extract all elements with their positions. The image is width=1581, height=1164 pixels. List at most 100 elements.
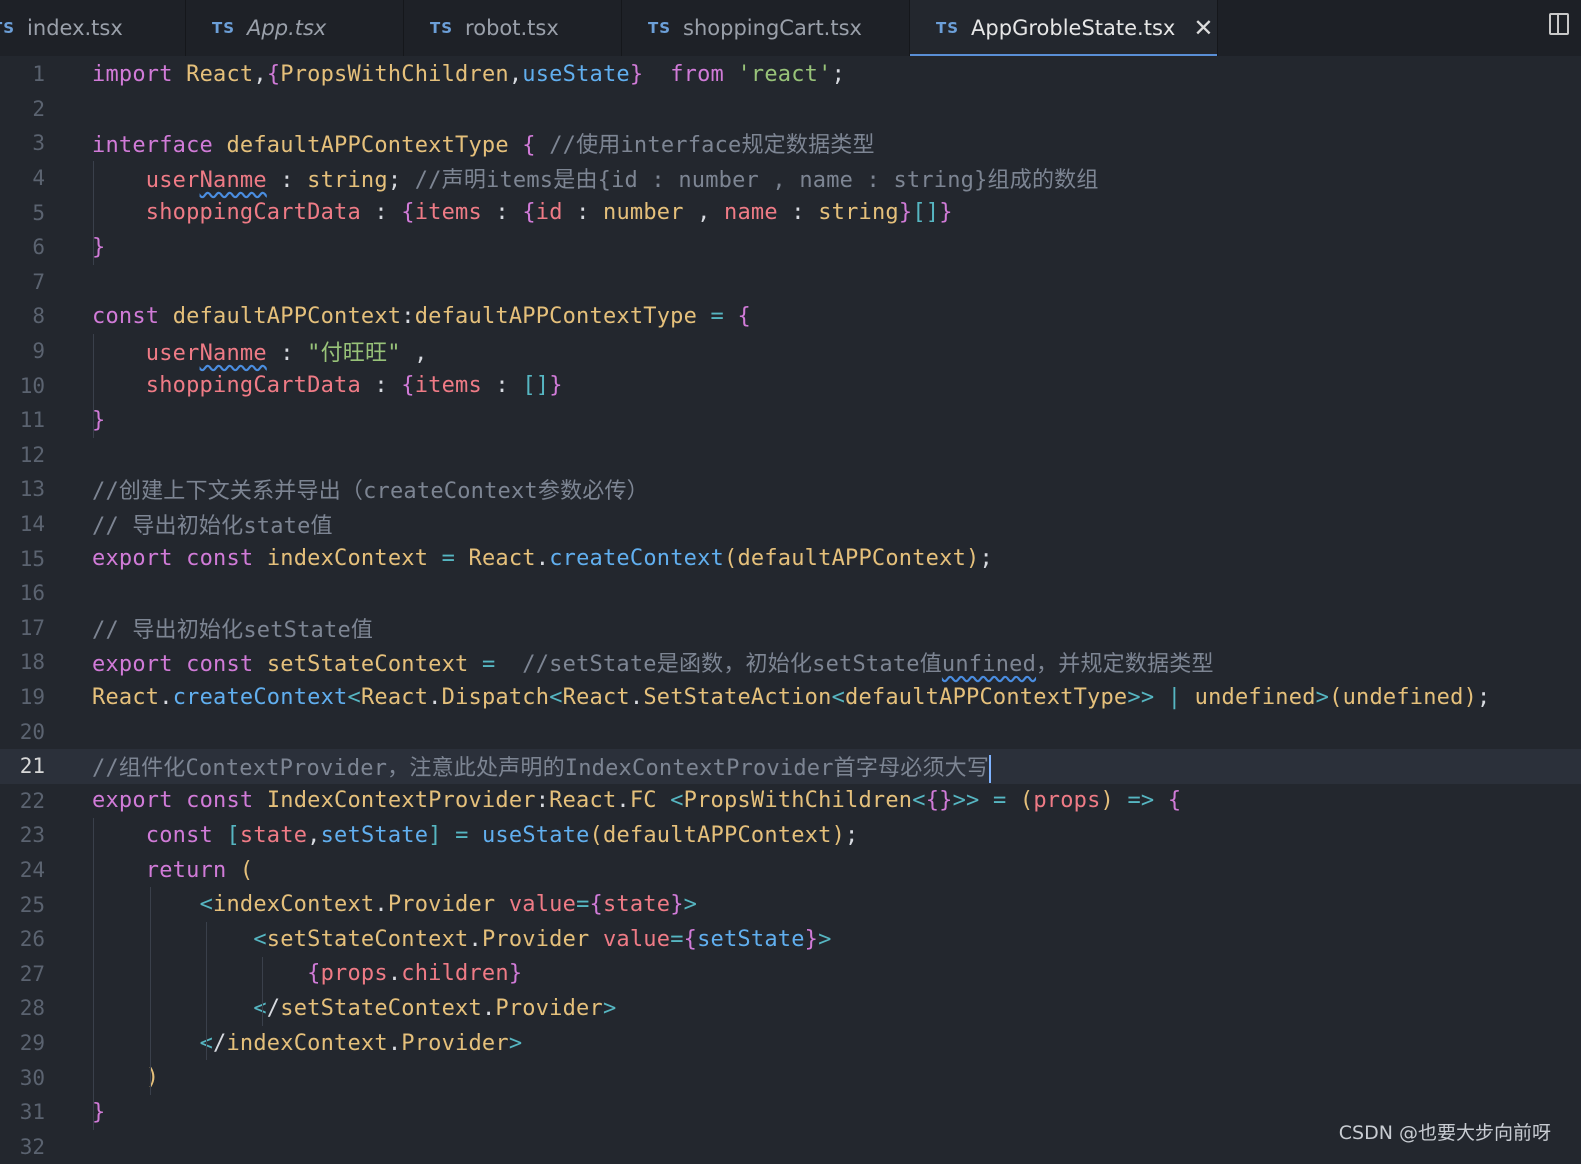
- line-number: 14: [19, 512, 45, 537]
- code-line[interactable]: 25 <indexContext.Provider value={state}>: [0, 887, 1581, 922]
- code-line[interactable]: 10 shoppingCartData : {items : []}: [0, 368, 1581, 403]
- code-line[interactable]: 21 //组件化ContextProvider，注意此处声明的IndexConte…: [0, 749, 1581, 784]
- line-number: 15: [19, 546, 45, 571]
- code-line[interactable]: 16: [0, 576, 1581, 611]
- code-line[interactable]: 27 {props.children}: [0, 957, 1581, 992]
- line-code: export const IndexContextProvider:React.…: [92, 788, 1182, 814]
- line-number: 19: [19, 685, 45, 710]
- typescript-icon: TS: [430, 19, 454, 37]
- code-line[interactable]: 20: [0, 714, 1581, 749]
- line-number: 10: [19, 373, 45, 398]
- tab-label: App.tsx: [247, 16, 327, 40]
- line-number: 18: [19, 650, 45, 675]
- code-line[interactable]: 18 export const setStateContext = //setSt…: [0, 645, 1581, 680]
- line-code: export const indexContext = React.create…: [92, 546, 993, 572]
- line-number: 9: [32, 339, 45, 364]
- close-icon[interactable]: ✕: [1193, 16, 1213, 40]
- tab-index-tsx[interactable]: TS index.tsx: [0, 0, 186, 56]
- code-line[interactable]: 5 shoppingCartData : {items : {id : numb…: [0, 195, 1581, 230]
- line-number: 23: [19, 823, 45, 848]
- line-code: <indexContext.Provider value={state}>: [199, 892, 698, 918]
- split-editor-icon[interactable]: [1549, 13, 1569, 35]
- line-number: 32: [19, 1134, 45, 1159]
- line-number: 5: [32, 200, 45, 225]
- code-line[interactable]: 11}: [0, 403, 1581, 438]
- line-number: 3: [32, 131, 45, 156]
- code-line[interactable]: 13 //创建上下文关系并导出（createContext参数必传）: [0, 472, 1581, 507]
- line-number: 31: [19, 1100, 45, 1125]
- line-number: 1: [32, 62, 45, 87]
- line-code: {props.children}: [307, 961, 523, 987]
- code-line[interactable]: 30 ): [0, 1060, 1581, 1095]
- tab-label: index.tsx: [27, 16, 123, 40]
- indent-guide: [206, 922, 207, 1061]
- line-number: 20: [19, 719, 45, 744]
- line-number: 13: [19, 477, 45, 502]
- line-number: 6: [32, 235, 45, 260]
- line-number: 22: [19, 788, 45, 813]
- typescript-icon: TS: [0, 19, 16, 37]
- line-number: 26: [19, 927, 45, 952]
- code-line[interactable]: 6}: [0, 230, 1581, 265]
- tab-robot-tsx[interactable]: TS robot.tsx: [404, 0, 622, 56]
- line-code: //组件化ContextProvider，注意此处声明的IndexContext…: [92, 754, 992, 783]
- code-line[interactable]: 19 React.createContext<React.Dispatch<Rea…: [0, 680, 1581, 715]
- line-number: 24: [19, 858, 45, 883]
- code-line[interactable]: 15 export const indexContext = React.crea…: [0, 541, 1581, 576]
- line-number: 21: [19, 754, 45, 779]
- line-number: 8: [32, 304, 45, 329]
- line-code: </indexContext.Provider>: [200, 1030, 523, 1056]
- code-line[interactable]: 17 // 导出初始化setState值: [0, 611, 1581, 646]
- code-line[interactable]: 22 export const IndexContextProvider:Reac…: [0, 784, 1581, 819]
- code-line[interactable]: 29 </indexContext.Provider>: [0, 1026, 1581, 1061]
- line-code: export const setStateContext = //setStat…: [92, 652, 1214, 678]
- line-code: // 导出初始化state值: [92, 514, 333, 540]
- line-code: //创建上下文关系并导出（createContext参数必传）: [92, 479, 649, 505]
- code-editor[interactable]: 1 import React,{PropsWithChildren,useStat…: [0, 57, 1581, 1163]
- code-line[interactable]: 23 const [state,setState] = useState(def…: [0, 818, 1581, 853]
- line-code: React.createContext<React.Dispatch<React…: [92, 684, 1491, 710]
- code-line[interactable]: 26 <setStateContext.Provider value={setS…: [0, 922, 1581, 957]
- typescript-icon: TS: [212, 19, 236, 37]
- line-code: // 导出初始化setState值: [92, 617, 374, 643]
- code-line[interactable]: 9 userNanme : "付旺旺" ,: [0, 334, 1581, 369]
- indent-guide: [150, 887, 151, 1095]
- line-code: userNanme : string; //声明items是由{id : num…: [145, 168, 1099, 194]
- typescript-icon: TS: [936, 19, 960, 37]
- line-number: 17: [19, 615, 45, 640]
- line-number: 4: [32, 166, 45, 191]
- code-line[interactable]: 8 const defaultAPPContext:defaultAPPConte…: [0, 299, 1581, 334]
- indent-guide: [93, 160, 94, 265]
- indent-guide: [93, 333, 94, 438]
- code-line[interactable]: 7: [0, 265, 1581, 300]
- tab-shoppingcart-tsx[interactable]: TS shoppingCart.tsx: [622, 0, 910, 56]
- line-number: 29: [19, 1031, 45, 1056]
- line-code: shoppingCartData : {items : {id : number…: [145, 200, 953, 226]
- line-number: 7: [32, 269, 45, 294]
- tab-label: robot.tsx: [465, 16, 559, 40]
- line-code: }: [92, 234, 106, 260]
- line-number: 16: [19, 581, 45, 606]
- line-code: shoppingCartData : {items : []}: [145, 373, 563, 399]
- tab-appgroblestate-tsx[interactable]: TS AppGrobleState.tsx ✕: [910, 0, 1218, 56]
- code-line[interactable]: 1 import React,{PropsWithChildren,useStat…: [0, 57, 1581, 92]
- code-line[interactable]: 4 userNanme : string; //声明items是由{id : n…: [0, 161, 1581, 196]
- line-code: <setStateContext.Provider value={setStat…: [253, 926, 832, 952]
- code-line[interactable]: 2: [0, 92, 1581, 127]
- text-cursor: [989, 754, 992, 783]
- tab-label: AppGrobleState.tsx: [971, 16, 1176, 40]
- code-line[interactable]: 3 interface defaultAPPContextType { //使用i…: [0, 126, 1581, 161]
- line-number: 30: [19, 1065, 45, 1090]
- code-line[interactable]: 24 return (: [0, 853, 1581, 888]
- code-line[interactable]: 28 </setStateContext.Provider>: [0, 991, 1581, 1026]
- line-number: 11: [19, 408, 45, 433]
- line-code: </setStateContext.Provider>: [253, 995, 617, 1021]
- line-code: }: [92, 1099, 106, 1125]
- editor-tab-bar: TS index.tsx TS App.tsx TS robot.tsx TS …: [0, 0, 1581, 56]
- typescript-icon: TS: [648, 19, 672, 37]
- tab-app-tsx[interactable]: TS App.tsx: [186, 0, 404, 56]
- watermark: CSDN @也要大步向前呀: [1338, 1122, 1551, 1144]
- line-number: 25: [19, 892, 45, 917]
- code-line[interactable]: 12: [0, 438, 1581, 473]
- code-line[interactable]: 14 // 导出初始化state值: [0, 507, 1581, 542]
